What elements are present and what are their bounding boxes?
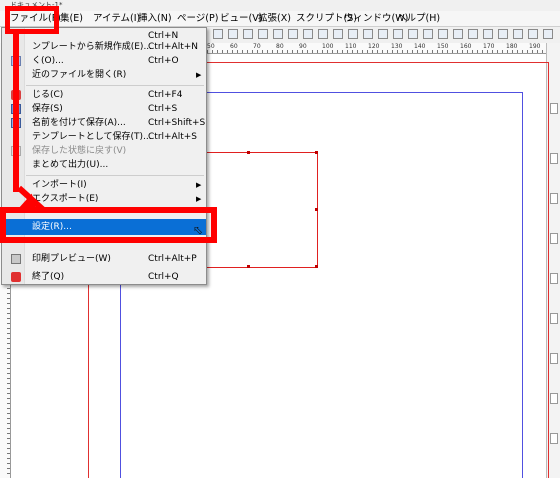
resize-handle[interactable]: [315, 151, 318, 154]
panel-icon[interactable]: [550, 433, 558, 444]
menu-item[interactable]: アイテム(I): [93, 11, 140, 27]
file-menu-highlight: [5, 6, 59, 34]
ruler-label: 80: [276, 43, 284, 50]
panel-icon[interactable]: [550, 153, 558, 164]
file-menu-dropdown: Ctrl+N ンプレートから新規作成(E)... Ctrl+Alt+N く(O)…: [1, 27, 207, 285]
menubar: ファイル(F) 集(E) アイテム(I) 挿入(N) ページ(P) ビュー(V)…: [0, 11, 560, 27]
line-tool-icon[interactable]: [288, 29, 298, 39]
print-preview-icon: [11, 254, 21, 264]
ruler-label: 140: [414, 43, 426, 50]
resize-handle[interactable]: [315, 208, 318, 211]
menu-item-label: 近のファイルを開く(R): [32, 70, 127, 80]
menu-view[interactable]: ビュー(V): [220, 11, 262, 27]
shape-tool-icon[interactable]: [243, 29, 253, 39]
bezier-tool-icon[interactable]: [303, 29, 313, 39]
quit-icon: [11, 272, 21, 282]
copy-properties-icon[interactable]: [453, 29, 463, 39]
window-title: ドキュメント-1*: [0, 0, 560, 11]
resize-handle[interactable]: [247, 151, 250, 154]
panel-icon[interactable]: [550, 393, 558, 404]
ruler-label: 90: [299, 43, 307, 50]
rotate-tool-icon[interactable]: [333, 29, 343, 39]
toolbar: [207, 27, 560, 44]
menu-item-label: 終了(Q): [32, 272, 65, 282]
mouse-cursor-icon: ⬁: [193, 223, 204, 237]
panel-icon[interactable]: [550, 233, 558, 244]
edit-text-tool-icon[interactable]: [363, 29, 373, 39]
pdf-checkbox-icon[interactable]: [528, 29, 538, 39]
pdf-push-button-icon[interactable]: [498, 29, 508, 39]
menu-item-collect-for-output[interactable]: まとめて出力(U)...: [2, 157, 206, 173]
page-border-right: [548, 62, 549, 478]
panel-icon[interactable]: [550, 353, 558, 364]
submenu-arrow-icon: ▶: [196, 71, 202, 79]
ruler-label: 100: [322, 43, 334, 50]
frame-tool-icon[interactable]: [213, 29, 223, 39]
margin-guide-right: [522, 92, 523, 478]
menu-separator: [26, 175, 204, 176]
ruler-label: 180: [506, 43, 518, 50]
menu-help[interactable]: ヘルプ(H): [397, 11, 440, 27]
ruler-label: 130: [391, 43, 403, 50]
resize-handle[interactable]: [315, 265, 318, 268]
menu-item-label: まとめて出力(U)...: [32, 160, 109, 170]
table-tool-icon[interactable]: [468, 29, 478, 39]
panel-icon[interactable]: [550, 193, 558, 204]
arc-tool-icon[interactable]: [273, 29, 283, 39]
settings-item-highlight: [0, 207, 217, 243]
pdf-text-field-icon[interactable]: [513, 29, 523, 39]
pdf-link-icon[interactable]: [543, 29, 553, 39]
ruler-label: 110: [345, 43, 357, 50]
eyedropper-tool-icon[interactable]: [438, 29, 448, 39]
ruler-label: 170: [483, 43, 495, 50]
annotation-arrow-shaft: [13, 34, 19, 192]
menu-item-shortcut: Ctrl+Alt+P: [148, 254, 197, 264]
resize-handle[interactable]: [247, 265, 250, 268]
menu-item-shortcut: Ctrl+Q: [148, 272, 179, 282]
zoom-tool-icon[interactable]: [348, 29, 358, 39]
ruler-label: 120: [368, 43, 380, 50]
polygon-tool-icon[interactable]: [258, 29, 268, 39]
ruler-label: 50: [207, 43, 215, 50]
menu-separator: [26, 85, 204, 86]
panel-icon[interactable]: [550, 103, 558, 114]
freehand-tool-icon[interactable]: [318, 29, 328, 39]
menu-extras[interactable]: 拡張(X): [258, 11, 291, 27]
ruler-label: 160: [460, 43, 472, 50]
story-editor-icon[interactable]: [378, 29, 388, 39]
unlink-frames-icon[interactable]: [408, 29, 418, 39]
horizontal-ruler: 50 60 70 80 90 100 110 120 130 140 150 1…: [207, 43, 547, 54]
ruler-label: 190: [529, 43, 541, 50]
check-icon[interactable]: [483, 29, 493, 39]
menu-insert[interactable]: 挿入(N): [138, 11, 172, 27]
ruler-label: 150: [437, 43, 449, 50]
submenu-arrow-icon: ▶: [196, 195, 202, 203]
ruler-label: 60: [230, 43, 238, 50]
menu-item-label: 印刷プレビュー(W): [32, 254, 111, 264]
image-frame-tool-icon[interactable]: [228, 29, 238, 39]
measure-tool-icon[interactable]: [423, 29, 433, 39]
menu-item-open-recent[interactable]: 近のファイルを開く(R) ▶: [2, 67, 206, 83]
menu-item-print-preview[interactable]: 印刷プレビュー(W) Ctrl+Alt+P: [2, 251, 206, 267]
panel-icon[interactable]: [550, 313, 558, 324]
ruler-label: 70: [253, 43, 261, 50]
menu-page[interactable]: ページ(P): [177, 11, 218, 27]
menu-edit[interactable]: 集(E): [60, 11, 83, 27]
panel-icon[interactable]: [550, 273, 558, 284]
link-frames-icon[interactable]: [393, 29, 403, 39]
menu-item-quit[interactable]: 終了(Q) Ctrl+Q: [2, 269, 206, 285]
